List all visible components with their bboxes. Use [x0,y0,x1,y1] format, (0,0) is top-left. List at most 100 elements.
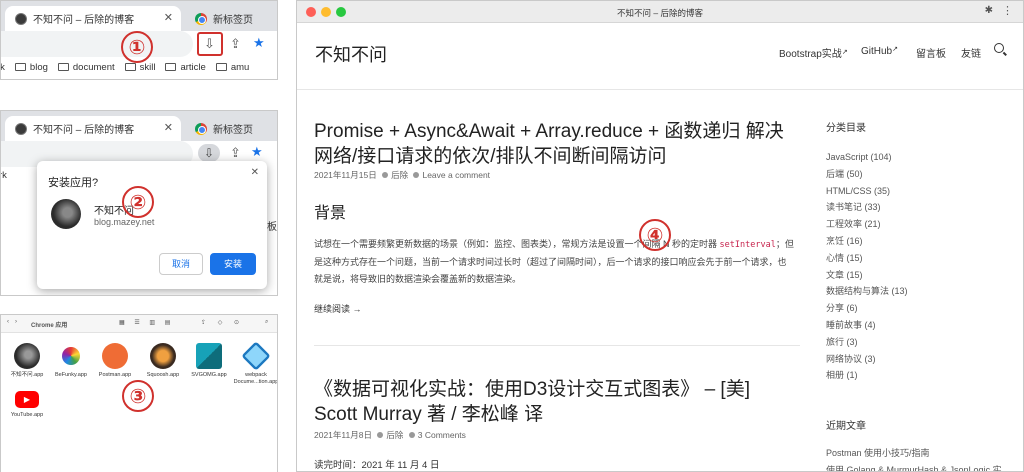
category-item[interactable]: 读书笔记 (33) [826,199,1016,216]
callout-3: ③ [122,380,154,412]
panel-install-dialog: 不知不问 – 后除的博客 ✕ 新标签页 ⇩ ⇪ ★ rk 板 安装应用? ✕ 不… [0,110,278,296]
app-item-svgomg[interactable]: SVGOMG.app [186,343,232,379]
webpack-icon [241,341,271,371]
app-item-squoosh[interactable]: Squoosh.app [140,343,186,379]
extensions-icon[interactable]: ✱ [985,5,993,16]
chrome-icon [195,122,207,135]
share-icon[interactable]: ⇪ [230,36,241,52]
bookmark-star-icon[interactable]: ★ [251,144,263,160]
recent-post-item[interactable]: Postman 使用小技巧/指南 [826,445,1021,462]
category-item[interactable]: 睡前故事 (4) [826,317,1016,334]
tab-label: 不知不问 – 后除的博客 [33,15,135,26]
category-item[interactable]: 分享 (6) [826,300,1016,317]
post-date[interactable]: 2021年11月15日 [314,170,377,180]
install-button[interactable]: 安装 [210,253,256,275]
site-title[interactable]: 不知不问 [315,41,387,67]
category-item[interactable]: 相册 (1) [826,367,1016,384]
post-author[interactable]: 后除 [386,430,403,440]
post-comments[interactable]: 3 Comments [418,430,466,440]
bookmark-item[interactable]: article [165,62,206,73]
bookmark-item[interactable]: skill [124,62,155,73]
view-options-icon[interactable]: ▦ ☰ ▥ ▤ [119,319,174,326]
youtube-icon: ▶ [15,391,39,408]
folder-icon [124,62,136,71]
header-divider [297,89,1023,90]
comment-icon [408,432,415,438]
category-item[interactable]: JavaScript (104) [826,149,1016,166]
app-item-webpack[interactable]: webpack Docume...tion.app [233,341,277,386]
recent-post-item[interactable]: 使用 Golang & MurmurHash & JsonLogic 实 [826,462,1021,471]
category-item[interactable]: 工程效率 (21) [826,216,1016,233]
install-highlight-box [197,32,223,56]
tab-close-icon[interactable]: ✕ [164,121,173,134]
external-link-icon: ↗ [841,49,848,56]
recent-posts-list: Postman 使用小技巧/指南 使用 Golang & MurmurHash … [826,445,1021,471]
install-icon-pressed[interactable]: ⇩ [198,144,220,162]
category-item[interactable]: 网络协议 (3) [826,351,1016,368]
tab-new-tab[interactable]: 新标签页 [185,6,275,31]
app-logo-icon [51,199,81,229]
bookmark-item[interactable]: rk [1,62,5,73]
category-item[interactable]: 烹饪 (16) [826,233,1016,250]
omnibox[interactable] [1,31,193,57]
categories-list: JavaScript (104) 后端 (50) HTML/CSS (35) 读… [826,149,1016,384]
read-more-link[interactable]: 继续阅读 → [314,302,362,315]
recent-posts-heading: 近期文章 [826,421,866,432]
app-item-youtube[interactable]: ▶ YouTube.app [4,387,50,419]
window-title: 不知不问 – 后除的博客 [617,8,703,18]
app-item-blog[interactable]: 不知不问.app [4,343,50,379]
forward-icon[interactable]: › [15,319,17,325]
nav-friends[interactable]: 友链 [961,45,981,60]
category-item[interactable]: 心情 (15) [826,250,1016,267]
post-date[interactable]: 2021年11月8日 [314,430,372,440]
bookmark-star-icon[interactable]: ★ [253,35,265,51]
window-titlebar: 不知不问 – 后除的博客 ✱ ⋮ [297,1,1023,23]
folder-icon [14,62,26,71]
tab-close-icon[interactable]: ✕ [164,11,173,24]
category-item[interactable]: 旅行 (3) [826,334,1016,351]
share-icon[interactable]: ⇪ ◇ ⊙ [201,319,244,326]
post-title[interactable]: Promise + Async&Await + Array.reduce + 函… [314,119,794,169]
nav-guestbook[interactable]: 留言板 [916,45,946,60]
nav-github[interactable]: GitHub↗ [861,45,898,57]
search-icon[interactable]: ⌕ [265,319,268,326]
tab-strip: 不知不问 – 后除的博客 ✕ 新标签页 [1,111,277,141]
post-comments[interactable]: Leave a comment [422,170,490,180]
finder-title: Chrome 应用 [31,323,68,329]
folder-icon [215,62,227,71]
bookmark-item[interactable]: amu [215,62,249,73]
inline-code: setInterval [719,240,776,250]
blog-favicon-icon [15,12,27,25]
category-item[interactable]: HTML/CSS (35) [826,183,1016,200]
category-item[interactable]: 文章 (15) [826,267,1016,284]
callout-2: ② [122,186,154,218]
menu-icon[interactable]: ⋮ [1002,4,1013,17]
category-item[interactable]: 后端 (50) [826,166,1016,183]
back-icon[interactable]: ‹ [7,319,9,325]
tab-blog[interactable]: 不知不问 – 后除的博客 ✕ [5,6,181,31]
folder-icon [57,62,69,71]
svgomg-icon [196,343,222,369]
tab-strip: 不知不问 – 后除的博客 ✕ 新标签页 [1,1,277,31]
author-icon [382,172,389,178]
dialog-close-icon[interactable]: ✕ [251,167,259,178]
app-domain: blog.mazey.net [94,217,155,227]
share-icon[interactable]: ⇪ [230,145,241,161]
tab-new-tab[interactable]: 新标签页 [185,116,275,141]
app-item-postman[interactable]: Postman.app [92,343,138,379]
bookmark-fragment: rk [1,170,7,181]
blog-app-icon [14,343,40,369]
category-item[interactable]: 数据结构与算法 (13) [826,283,1016,300]
search-icon-handle [1003,51,1007,56]
page-fragment: 板 [267,222,277,233]
app-item-befunky[interactable]: BeFunky.app [48,343,94,379]
post-author[interactable]: 后除 [391,170,408,180]
post-title[interactable]: 《数据可视化实战：使用D3设计交互式图表》 – [美] Scott Murray… [314,377,794,427]
tab-label: 新标签页 [213,15,253,26]
bookmark-item[interactable]: blog [14,62,48,73]
cancel-button[interactable]: 取消 [159,253,203,275]
bookmark-item[interactable]: document [57,62,115,73]
postman-icon [102,343,128,369]
nav-bootstrap[interactable]: Bootstrap实战↗ [779,45,848,60]
tab-blog[interactable]: 不知不问 – 后除的博客 ✕ [5,116,181,141]
